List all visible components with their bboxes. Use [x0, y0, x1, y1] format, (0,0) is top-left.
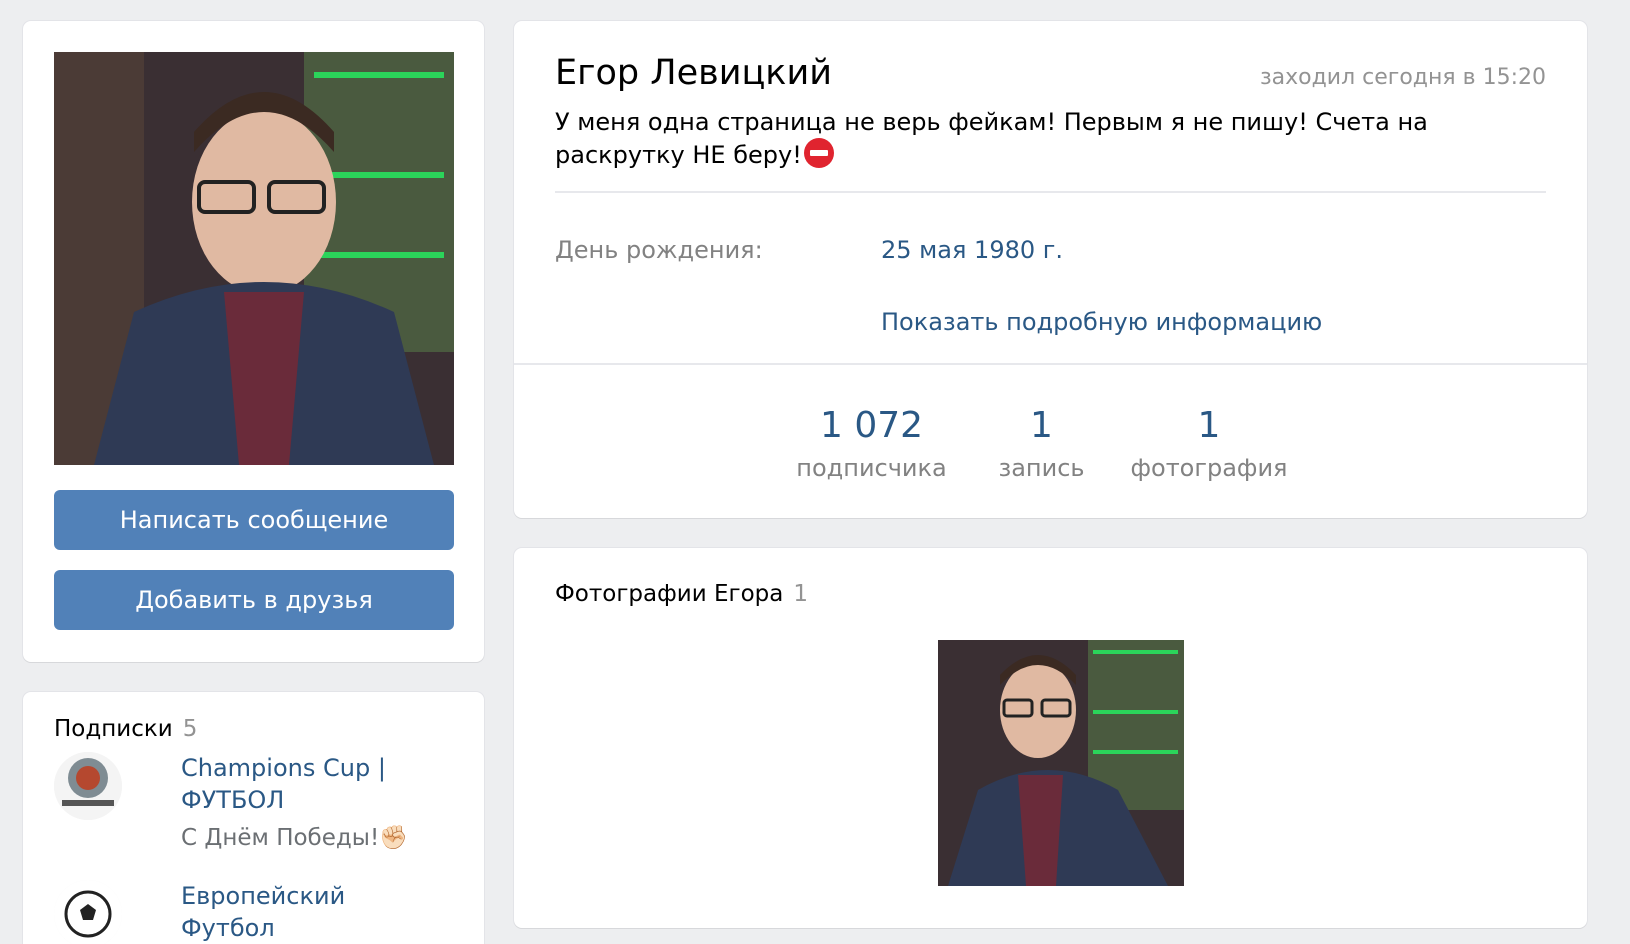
online-status: заходил сегодня в 15:20: [1259, 65, 1546, 90]
champions-cup-logo-icon: [54, 752, 122, 820]
subscriptions-count: 5: [182, 716, 198, 742]
birthday-label: День рождения:: [555, 236, 763, 264]
add-friend-button[interactable]: Добавить в друзья: [54, 570, 454, 630]
counter-label: запись: [998, 454, 1085, 482]
subscription-item[interactable]: Европейский Футбол: [54, 880, 454, 944]
photos-card: Фотографии Егора 1: [514, 548, 1587, 928]
counter-value: 1: [1197, 405, 1221, 446]
counter-label: фотография: [1130, 454, 1288, 482]
photo-image-icon: [938, 640, 1184, 886]
subscriptions-card: Подписки 5 Champions Cup | ФУТБОЛ С Днём …: [23, 692, 484, 944]
profile-info-card: Егор Левицкий заходил сегодня в 15:20 У …: [514, 21, 1587, 518]
photos-count: 1: [793, 581, 809, 607]
divider: [555, 191, 1546, 193]
profile-avatar[interactable]: [54, 52, 454, 465]
counter-value: 1 072: [819, 405, 924, 446]
photos-header[interactable]: Фотографии Егора 1: [555, 581, 808, 607]
counter-value: 1: [1030, 405, 1053, 446]
avatar-photo-icon: [54, 52, 454, 465]
page-title: Егор Левицкий: [555, 53, 832, 93]
divider: [514, 363, 1587, 365]
subscriptions-title: Подписки: [54, 716, 173, 742]
no-entry-icon: [803, 138, 834, 168]
subscriptions-header[interactable]: Подписки 5: [54, 716, 197, 742]
counter-posts[interactable]: 1 запись: [974, 405, 1109, 483]
send-message-button[interactable]: Написать сообщение: [54, 490, 454, 550]
avatar-card: Написать сообщение Добавить в друзья: [23, 21, 484, 662]
profile-status: У меня одна страница не верь фейкам! Пер…: [555, 106, 1555, 171]
counter-photos[interactable]: 1 фотография: [1114, 405, 1304, 483]
counter-label: подписчика: [796, 454, 947, 482]
football-ball-icon: [54, 880, 122, 944]
subscription-item[interactable]: Champions Cup | ФУТБОЛ С Днём Победы!✊🏻: [54, 752, 454, 872]
counter-followers[interactable]: 1 072 подписчика: [769, 405, 974, 483]
photos-title: Фотографии Егора: [555, 581, 784, 607]
subscription-status: С Днём Победы!✊🏻: [181, 825, 408, 851]
subscription-name[interactable]: Champions Cup | ФУТБОЛ: [181, 752, 441, 816]
birthday-value[interactable]: 25 мая 1980 г.: [881, 236, 1063, 264]
photo-thumbnail[interactable]: [938, 640, 1184, 886]
subscription-name[interactable]: Европейский Футбол: [181, 880, 441, 944]
show-more-info-link[interactable]: Показать подробную информацию: [881, 308, 1322, 336]
profile-status-text: У меня одна страница не верь фейкам! Пер…: [555, 108, 1428, 169]
